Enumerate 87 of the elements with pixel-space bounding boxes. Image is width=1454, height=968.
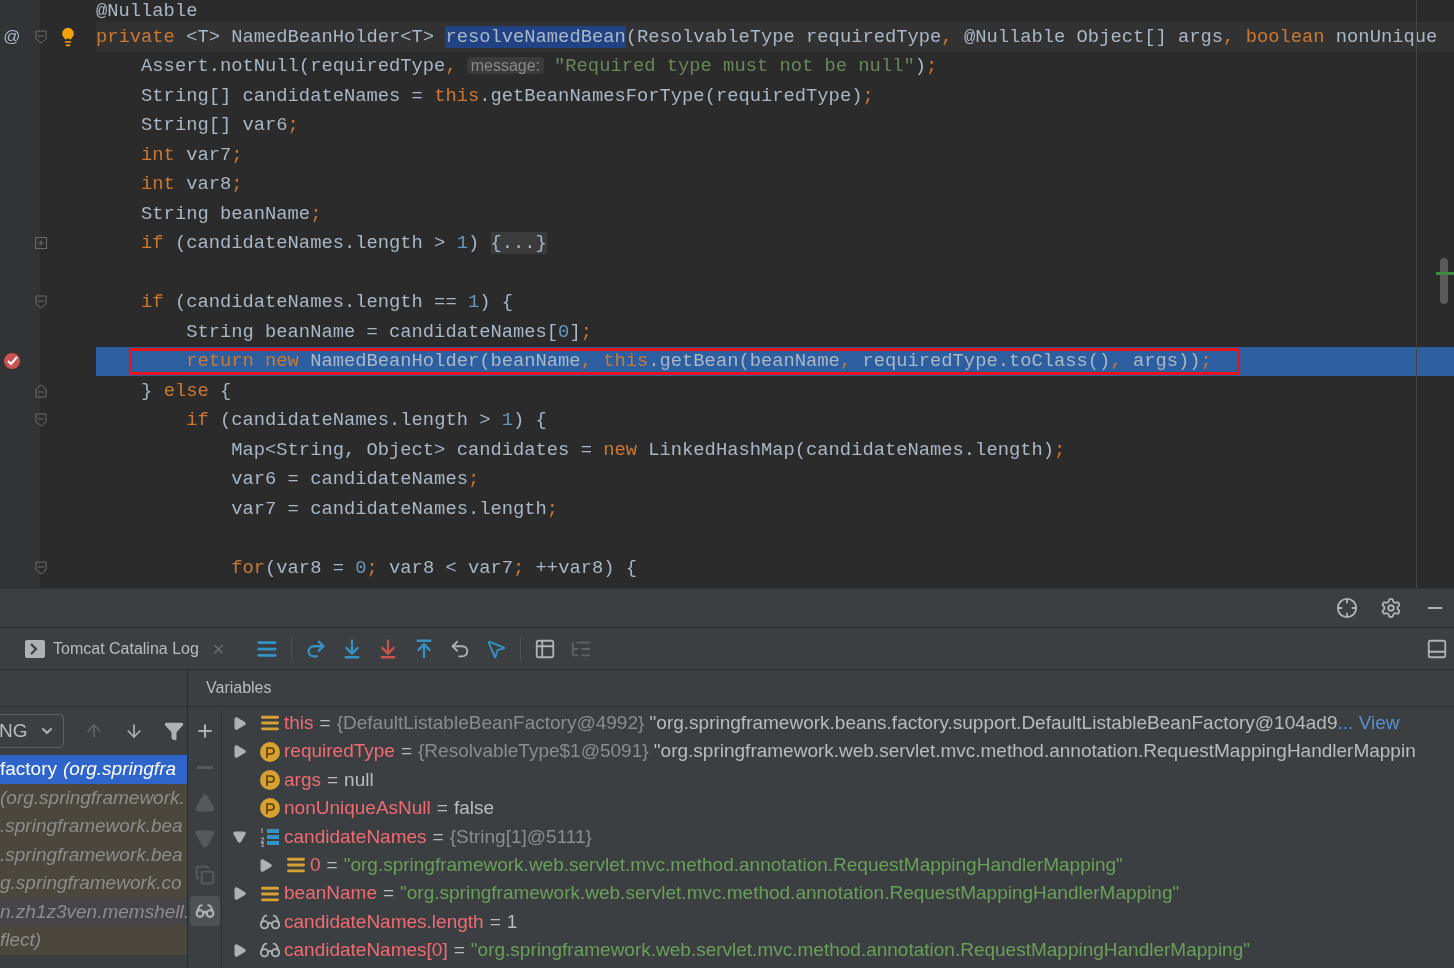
stack-frame[interactable]: (org.springframework. — [0, 783, 187, 812]
code-line: var6 = candidateNames; — [230, 468, 480, 491]
breakpoint-icon[interactable] — [3, 352, 21, 371]
stack-frame[interactable]: flect) — [0, 926, 187, 955]
override-marker[interactable]: @ — [3, 24, 21, 50]
equals-sign: = — [319, 710, 331, 735]
equals-sign: = — [326, 852, 338, 877]
fold-icon[interactable] — [35, 383, 47, 398]
code-line: var7 = candidateNames.length; — [230, 497, 559, 520]
filter-icon — [164, 721, 184, 741]
code-line: if (candidateNames.length == 1) { — [140, 291, 514, 314]
stack-frame[interactable]: factory (org.springfra — [0, 755, 187, 784]
code-line: String beanName; — [140, 202, 322, 225]
code-line: if (candidateNames.length > 1) {...} — [140, 232, 547, 255]
watch-tool-button[interactable] — [189, 896, 220, 926]
code-line: for(var8 = 0; var8 < var7; ++var8) { — [230, 556, 638, 579]
array-icon — [260, 826, 280, 847]
variable-name: beanName — [284, 881, 377, 906]
fold-icon[interactable] — [35, 560, 47, 575]
variable-value: "org.springframework.web.servlet.mvc.method.annotation.RequestMappingHandlerMapping" — [343, 852, 1123, 877]
expand-arrow-icon[interactable] — [232, 715, 247, 731]
variable-value: null — [344, 767, 374, 792]
variable-name: nonUniqueAsNull — [284, 796, 431, 821]
scrollbar-thumb[interactable] — [1440, 258, 1448, 304]
equals-sign: = — [489, 909, 501, 934]
variable-name: candidateNames — [284, 824, 427, 849]
equals-sign: = — [436, 796, 448, 821]
variable-name: candidateNames[0] — [284, 938, 448, 963]
variable-name: 0 — [310, 852, 321, 877]
code-line: return new NamedBeanHolder(beanName, this.getBean(beanName, requiredType.toClass(), args)); — [185, 350, 1212, 373]
console-tab[interactable]: Tomcat Catalina Log — [25, 636, 199, 661]
variable-value: 1 — [506, 909, 518, 934]
stack-frame[interactable]: n.zh1z3ven.memshell. — [0, 897, 187, 926]
move-up-icon — [194, 793, 215, 813]
code-line: int var7; — [140, 143, 243, 166]
variable-value: "org.springframework.web.servlet.mvc.method.annotation.RequestMappingHandlerMapping" — [470, 938, 1250, 963]
code-line: int var8; — [140, 173, 243, 196]
expand-arrow-icon[interactable] — [258, 857, 273, 873]
variable-name: candidateNames.length — [284, 909, 484, 934]
code-line: private <T> NamedBeanHolder<T> resolveNamedBean(ResolvableType requiredType, @Nullable Object[] args, boolean nonUnique — [96, 25, 1438, 48]
variable-value: {DefaultListableBeanFactory@4992} "org.springframework.beans.factory.support.DefaultListableBeanFactory@104ad9... View — [336, 710, 1400, 735]
code-line: Map<String, Object> candidates = new LinkedHashMap(candidateNames.length); — [230, 438, 1066, 461]
variable-name: requiredType — [284, 739, 395, 764]
layout-icon[interactable] — [1426, 637, 1448, 660]
panel-title: Variables — [206, 678, 272, 698]
copy-icon — [194, 865, 215, 885]
watches-icon — [194, 901, 215, 921]
expand-icon[interactable] — [35, 237, 47, 250]
fold-icon[interactable] — [35, 295, 47, 310]
equals-sign: = — [400, 739, 412, 764]
code-line: @Nullable — [96, 0, 198, 22]
code-line: String beanName = candidateNames[0]; — [185, 320, 592, 343]
settings-icon[interactable] — [1380, 597, 1402, 619]
variable-name: args — [284, 767, 321, 792]
equals-sign: = — [382, 881, 395, 906]
variable-value: {ResolvableType$1@5091} "org.springframework.web.servlet.mvc.method.annotation.RequestMappingHandlerMappin — [418, 739, 1416, 764]
expand-arrow-icon[interactable] — [232, 886, 247, 902]
parameter-icon — [260, 741, 280, 762]
stack-frame[interactable]: .springframework.bea — [0, 812, 187, 841]
equals-sign: = — [326, 767, 339, 792]
code-line: String[] var6; — [140, 114, 299, 137]
crosshair-icon[interactable] — [1336, 597, 1358, 619]
close-tab-button[interactable]: × — [212, 633, 225, 664]
thread-dropdown[interactable]: NG — [0, 714, 64, 748]
collapse-arrow-icon[interactable] — [232, 829, 247, 845]
error-stripe-mark — [1436, 272, 1454, 275]
code-line: if (candidateNames.length > 1) { — [185, 409, 547, 432]
variable-value: false — [453, 796, 495, 821]
variable-value: {String[1]@5111} — [449, 824, 592, 849]
console-icon — [25, 639, 45, 658]
equals-sign: = — [432, 824, 444, 849]
variable-value: "org.springframework.web.servlet.mvc.method.annotation.RequestMappingHandlerMapping" — [400, 881, 1180, 906]
frame-nav-button[interactable] — [164, 721, 184, 741]
parameter-icon — [260, 769, 280, 790]
variable-name: this — [284, 710, 314, 735]
equals-sign: = — [453, 938, 465, 963]
fold-icon[interactable] — [35, 29, 47, 44]
code-line: Assert.notNull(requiredType, message: "Required type must not be null"); — [140, 55, 938, 78]
parameter-icon — [260, 798, 280, 819]
code-line: String[] candidateNames = this.getBeanNamesForType(requiredType); — [140, 84, 874, 107]
stack-frame[interactable]: .springframework.bea — [0, 840, 187, 869]
fold-icon[interactable] — [35, 413, 47, 428]
code-line: } else { — [140, 379, 232, 402]
move-down-icon — [194, 829, 215, 849]
expand-arrow-icon[interactable] — [232, 744, 247, 760]
expand-arrow-icon[interactable] — [232, 942, 247, 958]
stack-frame[interactable]: g.springframework.co — [0, 869, 187, 898]
